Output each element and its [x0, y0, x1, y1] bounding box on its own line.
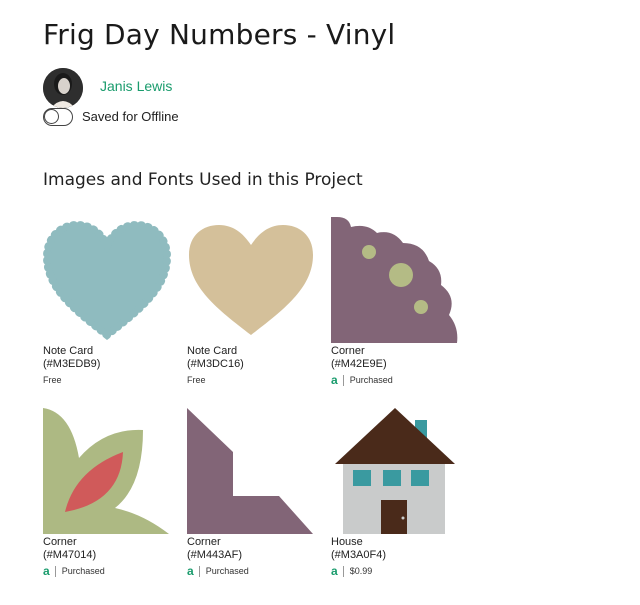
item-name: Note Card — [187, 345, 238, 357]
item-code: (#M3EDB9) — [43, 358, 101, 370]
item-name: Corner — [187, 536, 221, 548]
item-price: Free — [187, 374, 317, 386]
item-code: (#M443AF) — [187, 549, 243, 561]
leaf-corner-image[interactable] — [43, 408, 171, 536]
item-price: a $0.99 — [331, 565, 461, 577]
offline-label: Saved for Offline — [82, 109, 179, 124]
project-title: Frig Day Numbers - Vinyl — [43, 18, 396, 51]
separator — [342, 565, 344, 577]
image-card[interactable]: House (#M3A0F4) a $0.99 — [331, 408, 461, 577]
price-label: Purchased — [61, 566, 105, 576]
offline-toggle[interactable] — [43, 108, 73, 126]
image-card[interactable]: Corner (#M42E9E) a Purchased — [331, 217, 461, 386]
price-label: Purchased — [349, 375, 393, 385]
access-a-icon: a — [331, 373, 338, 387]
scalloped-heart-image[interactable] — [43, 217, 171, 345]
toggle-knob — [44, 109, 59, 124]
item-code: (#M42E9E) — [331, 358, 387, 370]
access-a-icon: a — [187, 564, 194, 578]
section-title: Images and Fonts Used in this Project — [43, 170, 363, 190]
image-card[interactable]: Note Card (#M3DC16) Free — [187, 217, 317, 386]
author-avatar[interactable] — [43, 68, 83, 108]
item-name: Corner — [331, 345, 365, 357]
access-a-icon: a — [331, 564, 338, 578]
price-label: Purchased — [205, 566, 249, 576]
item-price: a Purchased — [187, 565, 317, 577]
item-code: (#M3A0F4) — [331, 549, 387, 561]
image-card[interactable]: Corner (#M443AF) a Purchased — [187, 408, 317, 577]
image-card[interactable]: Corner (#M47014) a Purchased — [43, 408, 173, 577]
item-name: Corner — [43, 536, 77, 548]
item-price: a Purchased — [43, 565, 173, 577]
access-a-icon: a — [43, 564, 50, 578]
avatar-photo — [43, 68, 83, 108]
price-label: Free — [187, 375, 206, 385]
separator — [198, 565, 200, 577]
item-code: (#M47014) — [43, 549, 97, 561]
separator — [54, 565, 56, 577]
scalloped-corner-image[interactable] — [331, 217, 459, 345]
image-card[interactable]: Note Card (#M3EDB9) Free — [43, 217, 173, 386]
angle-corner-image[interactable] — [187, 408, 315, 536]
item-price: a Purchased — [331, 374, 461, 386]
item-code: (#M3DC16) — [187, 358, 244, 370]
heart-image[interactable] — [187, 217, 315, 345]
price-label: Free — [43, 375, 62, 385]
item-name: House — [331, 536, 363, 548]
price-label: $0.99 — [349, 566, 373, 576]
house-image[interactable] — [331, 408, 459, 536]
item-price: Free — [43, 374, 173, 386]
separator — [342, 374, 344, 386]
author-link[interactable]: Janis Lewis — [100, 78, 172, 94]
item-name: Note Card — [43, 345, 94, 357]
